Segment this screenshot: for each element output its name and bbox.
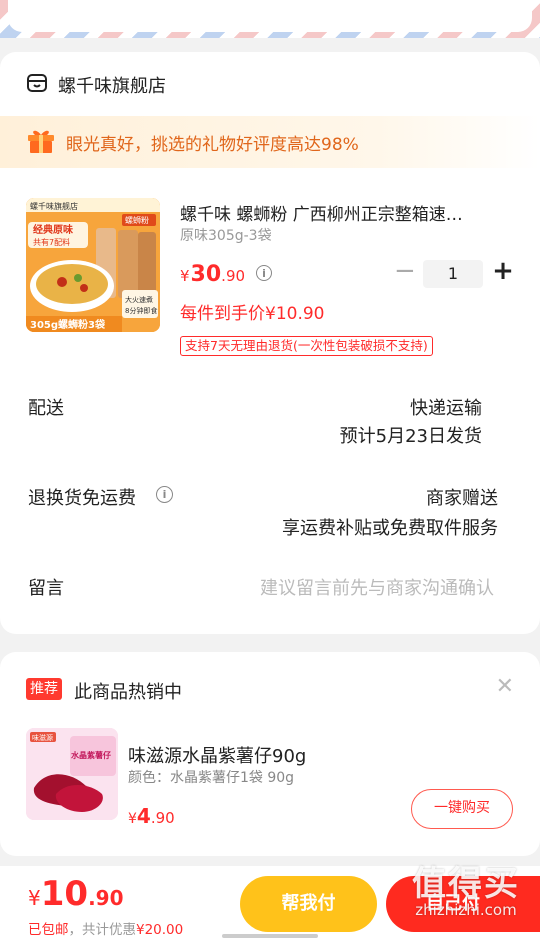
quantity-plus-button[interactable]: + <box>492 258 514 286</box>
image-badge2-text: 共有7配料 <box>33 237 70 247</box>
image-weight-text: 305g螺蛳粉3袋 <box>30 318 106 331</box>
image-badge1-text: 经典原味 <box>33 223 73 236</box>
recommend-badge: 推荐 <box>26 678 62 700</box>
rec-price-decimal: .90 <box>150 809 175 827</box>
shop-header[interactable]: 螺千味旗舰店 <box>26 72 166 98</box>
rec-image-name: 水晶紫薯仔 <box>70 750 111 760</box>
rec-image-brand: 味滋源 <box>32 733 53 742</box>
delivery-method: 快递运输 <box>410 398 482 419</box>
home-indicator[interactable] <box>222 934 318 938</box>
discount-value: ¥20.00 <box>136 922 184 938</box>
previous-card-bottom <box>8 0 532 32</box>
airmail-border-decoration <box>0 0 540 38</box>
delivery-eta: 预计5月23日发货 <box>339 426 482 447</box>
unit-price: 每件到手价¥10.90 <box>180 304 325 324</box>
total-decimal: .90 <box>88 886 124 910</box>
total-price: ¥ 10 .90 <box>28 874 124 914</box>
price-integer: 30 <box>190 262 222 287</box>
total-symbol: ¥ <box>28 886 41 910</box>
return-shipping-label: 退换货免运费 <box>28 488 136 509</box>
message-input[interactable]: 建议留言前先与商家沟通确认 <box>260 574 494 600</box>
help-me-pay-button[interactable]: 帮我付 <box>240 876 377 932</box>
return-shipping-value: 商家赠送 <box>426 488 498 509</box>
quantity-input[interactable]: 1 <box>423 260 483 288</box>
gift-banner: 眼光真好，挑选的礼物好评度高达98% <box>0 116 540 168</box>
info-icon[interactable]: i <box>256 265 272 281</box>
recommendation-card: 推荐 此商品热销中 ✕ 味滋源 水晶紫薯仔 味滋源水晶紫薯仔90g 颜色：水晶紫… <box>0 652 540 856</box>
return-shipping-info-icon[interactable]: i <box>156 486 173 503</box>
return-shipping-service: 享运费补贴或免费取件服务 <box>282 518 498 539</box>
close-icon[interactable]: ✕ <box>496 674 514 699</box>
image-side1-text: 大火速煮 <box>125 295 153 304</box>
shipping-free-label: 已包邮 <box>28 922 69 938</box>
image-brand-text: 螺千味旗舰店 <box>30 201 78 211</box>
shop-name: 螺千味旗舰店 <box>58 76 166 97</box>
self-pay-button[interactable]: 自己付 <box>386 876 540 932</box>
recommend-product-price: ¥ 4 .90 <box>128 804 175 828</box>
product-image[interactable]: 螺千味旗舰店 螺蛳粉 经典原味 共有7配料 大火速煮 8分钟即食 305g螺蛳粉… <box>26 198 160 332</box>
total-subtext: 已包邮，共计优惠¥20.00 <box>28 918 183 938</box>
total-integer: 10 <box>40 874 89 914</box>
price-decimal: .90 <box>221 267 246 285</box>
message-label: 留言 <box>28 578 64 599</box>
recommend-product-spec: 颜色：水晶紫薯仔1袋 90g <box>128 770 295 786</box>
product-title[interactable]: 螺千味 螺蛳粉 广西柳州正宗整箱速… <box>180 200 510 225</box>
order-card: 螺千味旗舰店 眼光真好，挑选的礼物好评度高达98% 螺千味旗舰店 螺蛳粉 经典原… <box>0 52 540 634</box>
price-symbol: ¥ <box>180 267 190 285</box>
shop-icon <box>26 72 48 98</box>
rec-price-symbol: ¥ <box>128 811 137 827</box>
gift-icon <box>26 126 56 158</box>
product-price: ¥ 30 .90 <box>180 262 245 287</box>
quantity-minus-button[interactable]: − <box>394 258 416 284</box>
delivery-label: 配送 <box>28 398 64 419</box>
image-tag-text: 螺蛳粉 <box>125 215 149 225</box>
recommend-product-name[interactable]: 味滋源水晶紫薯仔90g <box>128 742 306 768</box>
recommend-title: 此商品热销中 <box>74 682 182 703</box>
rec-price-integer: 4 <box>136 804 151 828</box>
return-policy-tag: 支持7天无理由退货(一次性包装破损不支持) <box>180 336 433 356</box>
one-click-buy-button[interactable]: 一键购买 <box>411 789 513 829</box>
gift-banner-text: 眼光真好，挑选的礼物好评度高达98% <box>66 134 359 155</box>
checkout-bar: ¥ 10 .90 已包邮，共计优惠¥20.00 帮我付 自己付 <box>0 866 540 942</box>
product-spec[interactable]: 原味305g-3袋 <box>180 225 272 245</box>
image-side2-text: 8分钟即食 <box>125 306 157 315</box>
discount-label: ，共计优惠 <box>68 922 137 938</box>
recommend-product-image[interactable]: 味滋源 水晶紫薯仔 <box>26 728 118 820</box>
